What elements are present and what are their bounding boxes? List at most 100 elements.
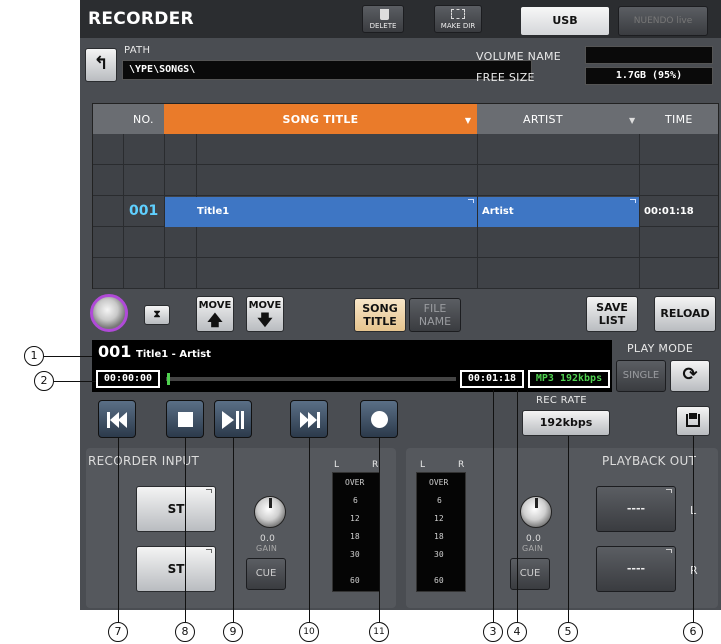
move-up-button[interactable]: MOVE 🡅 — [196, 296, 234, 332]
song-table: NO. SONG TITLE ▼ ARTIST ▼ TIME 001 Title… — [92, 103, 719, 289]
output-l-button[interactable]: ---- — [596, 486, 676, 532]
rec-rate-button[interactable]: 192kbps — [522, 410, 610, 436]
meter-scale-30: 30 — [350, 550, 360, 559]
row-title-cell: Title1 — [165, 197, 477, 227]
song-label: SONG — [362, 302, 398, 315]
delete-label: DELETE — [369, 22, 397, 30]
edit-corner-icon — [206, 549, 212, 553]
download-arrow-icon — [689, 413, 697, 419]
move-down-button[interactable]: MOVE 🡇 — [246, 296, 284, 332]
header-artist[interactable]: ARTIST — [523, 113, 563, 126]
stop-icon — [178, 412, 193, 427]
knob-mode-button[interactable]: ⧗ — [144, 305, 170, 325]
name-label: NAME — [418, 315, 452, 328]
header-time[interactable]: TIME — [665, 113, 693, 126]
now-playing-number: 001 — [98, 342, 132, 361]
output-meter-l-label: L — [420, 460, 426, 470]
input-cue-button[interactable]: CUE — [246, 558, 286, 590]
row-title: Title1 — [197, 206, 230, 217]
playback-out-label: PLAYBACK OUT — [602, 454, 697, 468]
play-mode-label: PLAY MODE — [627, 342, 694, 355]
output-gain-label: GAIN — [522, 544, 544, 553]
reload-label: RELOAD — [660, 307, 710, 320]
rewind-button[interactable] — [98, 400, 136, 438]
tab-nuendo-live[interactable]: NUENDO live — [618, 6, 708, 36]
fast-forward-button[interactable] — [290, 400, 328, 438]
playback-out-section: PLAYBACK OUT L R OVER 6 12 18 30 60 0.0 … — [406, 448, 718, 608]
title-bar: RECORDER DELETE MAKE DIR USB NUENDO live — [80, 0, 721, 38]
progress-marker — [167, 373, 170, 385]
output-r-value: ---- — [626, 562, 646, 575]
rec-rate-value: 192kbps — [539, 416, 593, 429]
delete-button[interactable]: DELETE — [362, 5, 404, 33]
callout-2-line — [54, 381, 96, 382]
header-song-title[interactable]: SONG TITLE ▼ — [164, 104, 477, 134]
now-playing-panel: 001 Title1 - Artist 00:00:00 00:01:18 MP… — [92, 340, 612, 392]
now-playing-title: Title1 — [136, 349, 169, 360]
free-size-field: 1.7GB (95%) — [585, 67, 713, 85]
repeat-mode-button[interactable]: ⟳ — [670, 360, 710, 392]
output-level-meter: OVER 6 12 18 30 60 — [416, 472, 466, 592]
scroll-knob[interactable] — [90, 294, 128, 332]
progress-bar[interactable] — [166, 377, 456, 381]
table-header: NO. SONG TITLE ▼ ARTIST ▼ TIME — [93, 104, 718, 134]
edit-corner-icon — [666, 489, 672, 493]
output-gain-knob[interactable] — [520, 496, 552, 528]
record-button[interactable] — [360, 400, 398, 438]
song-title-button[interactable]: SONG TITLE — [354, 298, 406, 332]
meter-scale-over: OVER — [345, 478, 365, 487]
table-row[interactable]: 001 Title1 Artist 00:01:18 — [93, 197, 718, 227]
callout-9-line — [233, 438, 234, 622]
callout-8: 8 — [175, 622, 195, 642]
volume-name-label: VOLUME NAME — [476, 50, 562, 63]
tab-usb[interactable]: USB — [520, 6, 610, 36]
input-level-meter: OVER 6 12 18 30 60 — [332, 472, 380, 592]
total-time: 00:01:18 — [460, 370, 524, 388]
volume-name-field — [585, 46, 713, 64]
callout-8-line — [185, 438, 186, 622]
parent-folder-button[interactable]: ↰ — [85, 48, 117, 82]
folder-icon — [451, 9, 465, 19]
hourglass-icon: ⧗ — [153, 309, 161, 320]
input-meter-l-label: L — [334, 460, 340, 470]
callout-5: 5 — [558, 622, 578, 642]
export-button[interactable] — [676, 406, 710, 436]
meter-scale-18: 18 — [434, 532, 444, 541]
input-st-r-button[interactable]: ST — [136, 546, 216, 592]
single-mode-button[interactable]: SINGLE — [616, 360, 666, 392]
reload-button[interactable]: RELOAD — [654, 296, 716, 332]
output-cue-button[interactable]: CUE — [510, 558, 550, 590]
recorder-input-label: RECORDER INPUT — [88, 454, 200, 468]
recorder-input-section: RECORDER INPUT ST ST 0.0 GAIN CUE L R OV… — [86, 448, 396, 608]
play-pause-button[interactable] — [214, 400, 252, 438]
save-list-button[interactable]: SAVE LIST — [586, 296, 638, 332]
callout-1: 1 — [24, 346, 44, 366]
meter-scale-6: 6 — [437, 496, 442, 505]
callout-3: 3 — [483, 622, 503, 642]
row-artist-cell: Artist — [478, 197, 639, 227]
file-label: FILE — [423, 302, 447, 315]
play-pause-icon — [222, 411, 246, 429]
title-label: TITLE — [363, 315, 397, 328]
now-playing-artist: Artist — [179, 349, 211, 360]
file-name-button[interactable]: FILE NAME — [409, 298, 461, 332]
meter-scale-60: 60 — [434, 576, 444, 585]
input-gain-knob[interactable] — [254, 496, 286, 528]
save-label: SAVE — [596, 301, 628, 314]
callout-6-line — [693, 436, 694, 622]
edit-corner-icon — [630, 199, 636, 203]
output-r-button[interactable]: ---- — [596, 546, 676, 592]
meter-scale-6: 6 — [353, 496, 358, 505]
make-dir-button[interactable]: MAKE DIR — [434, 5, 482, 33]
arrow-down-icon: 🡇 — [257, 311, 273, 329]
stop-button[interactable] — [166, 400, 204, 438]
input-meter-r-label: R — [372, 460, 379, 470]
meter-scale-12: 12 — [434, 514, 444, 523]
tab-usb-label: USB — [552, 14, 578, 27]
header-no[interactable]: NO. — [133, 113, 154, 126]
arrow-up-icon: 🡅 — [207, 311, 223, 329]
input-st-l-button[interactable]: ST — [136, 486, 216, 532]
callout-10: 10 — [299, 622, 319, 642]
callout-10-line — [309, 438, 310, 622]
now-playing-text: Title1 - Artist — [136, 349, 211, 360]
